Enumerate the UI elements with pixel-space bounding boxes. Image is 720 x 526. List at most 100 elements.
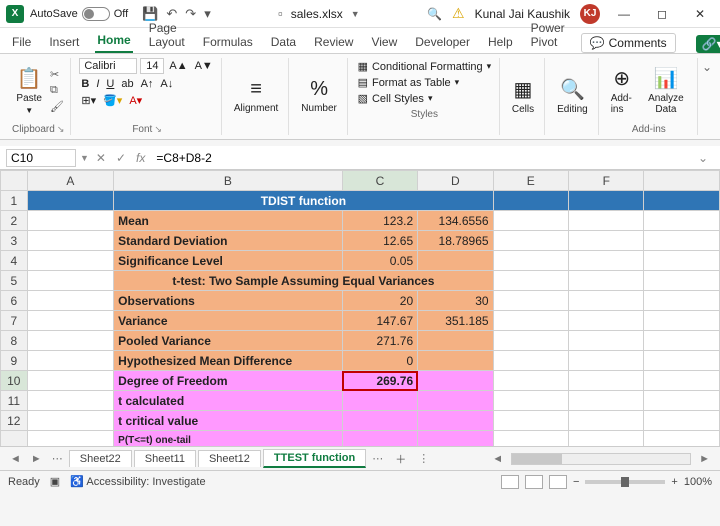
scroll-left-icon[interactable]: ◄ (488, 453, 507, 465)
format-as-table-button[interactable]: ▤Format as Table▾ (358, 76, 460, 89)
collapse-ribbon-icon[interactable]: ⌄ (700, 58, 714, 135)
sheet-nav-prev-icon[interactable]: ◄ (6, 453, 25, 465)
addins-button[interactable]: ⊕Add-ins (607, 64, 637, 117)
name-box[interactable] (6, 149, 76, 167)
active-cell[interactable]: 269.76 (342, 371, 417, 391)
qat-dropdown-icon[interactable]: ▾ (204, 6, 211, 22)
page-break-view-icon[interactable] (549, 475, 567, 489)
cell[interactable]: 0.05 (342, 251, 417, 271)
tab-insert[interactable]: Insert (47, 31, 81, 53)
font-size-select[interactable]: 14 (140, 58, 164, 74)
worksheet-grid[interactable]: A B C D E F 1TDIST function 2Mean123.213… (0, 170, 720, 446)
filename-dropdown-icon[interactable]: ▼ (351, 9, 360, 19)
col-header-B[interactable]: B (114, 171, 343, 191)
format-painter-icon[interactable]: 🖌 (50, 100, 64, 113)
col-header-G[interactable] (644, 171, 720, 191)
font-increase-icon[interactable]: A↑ (139, 78, 156, 90)
filename-label[interactable]: sales.xlsx (291, 7, 343, 21)
cell[interactable]: Significance Level (114, 251, 343, 271)
share-button[interactable]: 🔗▾ (696, 35, 720, 53)
horizontal-scrollbar[interactable] (511, 453, 691, 465)
analyze-button[interactable]: 📊Analyze Data (641, 64, 691, 117)
toggle-icon[interactable] (82, 7, 110, 21)
cell[interactable]: 134.6556 (418, 211, 493, 231)
cell[interactable]: 30 (418, 291, 493, 311)
sheet-more-icon[interactable]: ⋯ (48, 452, 67, 465)
font-color-icon[interactable]: A▾ (127, 94, 144, 107)
zoom-slider[interactable] (585, 480, 665, 484)
redo-icon[interactable]: ↷ (185, 6, 196, 22)
zoom-in-icon[interactable]: + (671, 476, 677, 488)
tab-home[interactable]: Home (95, 29, 132, 53)
row-header[interactable]: 1 (1, 191, 28, 211)
tab-data[interactable]: Data (269, 31, 298, 53)
underline-button[interactable]: U (104, 78, 116, 90)
cell[interactable]: Pooled Variance (114, 331, 343, 351)
row-header[interactable]: 7 (1, 311, 28, 331)
row-header[interactable]: 5 (1, 271, 28, 291)
scroll-right-icon[interactable]: ► (695, 453, 714, 465)
cell[interactable]: 351.185 (418, 311, 493, 331)
cell[interactable] (342, 411, 417, 431)
accessibility-status[interactable]: ♿ Accessibility: Investigate (70, 475, 205, 488)
fx-icon[interactable]: fx (133, 151, 148, 165)
row-header[interactable]: 9 (1, 351, 28, 371)
increase-font-icon[interactable]: A▲ (167, 60, 189, 72)
font-decrease-icon[interactable]: A↓ (158, 78, 175, 90)
editing-button[interactable]: 🔍Editing (553, 75, 592, 117)
col-header-E[interactable]: E (493, 171, 568, 191)
formula-input[interactable] (152, 150, 688, 166)
row-header[interactable]: 10 (1, 371, 28, 391)
cell[interactable]: TDIST function (114, 191, 493, 211)
italic-button[interactable]: I (94, 78, 101, 90)
cell-styles-button[interactable]: ▧Cell Styles▾ (358, 92, 433, 105)
cell[interactable]: 20 (342, 291, 417, 311)
select-all-corner[interactable] (1, 171, 28, 191)
row-header[interactable]: 12 (1, 411, 28, 431)
cell[interactable]: 147.67 (342, 311, 417, 331)
paste-button[interactable]: 📋 Paste ▼ (12, 64, 46, 117)
sheet-tab[interactable]: Sheet12 (198, 450, 261, 467)
tab-file[interactable]: File (10, 31, 33, 53)
row-header[interactable]: 2 (1, 211, 28, 231)
add-sheet-icon[interactable]: ＋ (389, 451, 412, 467)
tab-page-layout[interactable]: Page Layout (147, 17, 187, 53)
dialog-launcher-icon[interactable]: ↘ (57, 124, 65, 135)
row-header[interactable] (1, 431, 28, 447)
font-name-select[interactable]: Calibri (79, 58, 137, 74)
cell[interactable]: Observations (114, 291, 343, 311)
cell[interactable]: t-test: Two Sample Assuming Equal Varian… (114, 271, 493, 291)
sheet-tab[interactable]: Sheet11 (134, 450, 196, 467)
cell[interactable]: P(T<=t) one-tail (114, 431, 343, 447)
cell[interactable]: Standard Deviation (114, 231, 343, 251)
row-header[interactable]: 3 (1, 231, 28, 251)
cell[interactable] (418, 351, 493, 371)
tab-power-pivot[interactable]: Power Pivot (529, 17, 567, 53)
cell[interactable] (418, 251, 493, 271)
sheet-options-icon[interactable]: ⋮ (414, 452, 433, 465)
cell[interactable]: 12.65 (342, 231, 417, 251)
cell[interactable]: t critical value (114, 411, 343, 431)
bold-button[interactable]: B (79, 78, 91, 90)
enter-formula-icon[interactable]: ✓ (113, 151, 129, 165)
cell[interactable]: Variance (114, 311, 343, 331)
cell[interactable] (418, 411, 493, 431)
cell[interactable]: t calculated (114, 391, 343, 411)
close-button[interactable]: ✕ (686, 7, 714, 21)
col-header-F[interactable]: F (569, 171, 644, 191)
dialog-launcher-icon[interactable]: ↘ (154, 124, 162, 135)
cell[interactable]: Hypothesized Mean Difference (114, 351, 343, 371)
tab-view[interactable]: View (369, 31, 399, 53)
number-button[interactable]: % Number (297, 76, 341, 116)
cell[interactable]: Mean (114, 211, 343, 231)
tab-help[interactable]: Help (486, 31, 515, 53)
tab-review[interactable]: Review (312, 31, 355, 53)
zoom-out-icon[interactable]: − (573, 476, 579, 488)
tab-developer[interactable]: Developer (413, 31, 472, 53)
cell[interactable]: 18.78965 (418, 231, 493, 251)
sheet-tab-active[interactable]: TTEST function (263, 449, 366, 468)
tab-formulas[interactable]: Formulas (201, 31, 255, 53)
row-header[interactable]: 8 (1, 331, 28, 351)
cell[interactable]: 123.2 (342, 211, 417, 231)
col-header-C[interactable]: C (342, 171, 417, 191)
